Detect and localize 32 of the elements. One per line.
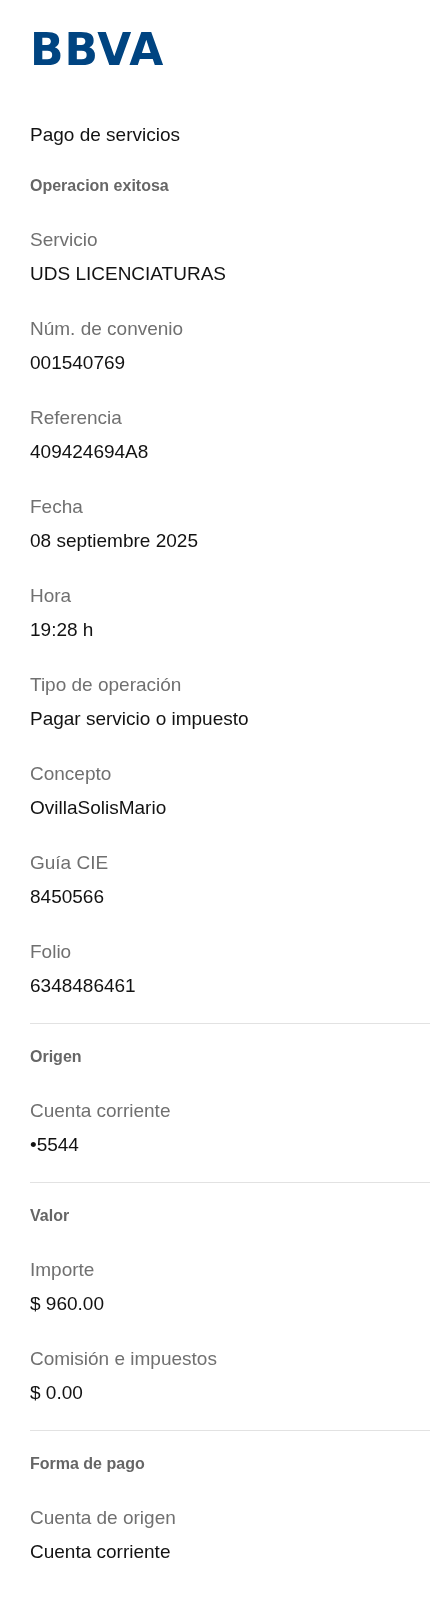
field-value: 19:28 h [30, 618, 95, 642]
bank-logo: BBVA [30, 28, 165, 72]
section-heading: Valor [30, 1206, 71, 1226]
field-label: Folio [30, 940, 73, 964]
field-value: 8450566 [30, 885, 105, 909]
field-label: Tipo de operación [30, 673, 183, 697]
field-label: Concepto [30, 762, 113, 786]
section-heading: Forma de pago [30, 1454, 146, 1474]
field-label: Núm. de convenio [30, 317, 185, 341]
field-value: $ 0.00 [30, 1381, 84, 1405]
field-label: Cuenta de origen [30, 1506, 177, 1530]
field-value: 08 septiembre 2025 [30, 529, 199, 553]
field-label: Comisión e impuestos [30, 1347, 218, 1371]
field-value: 6348486461 [30, 974, 137, 998]
page-title: Pago de servicios [30, 123, 181, 147]
field-value: 001540769 [30, 351, 127, 375]
field-label: Servicio [30, 228, 99, 252]
field-value: $ 960.00 [30, 1292, 105, 1316]
field-label: Guía CIE [30, 851, 110, 875]
field-value: •5544 [30, 1133, 80, 1157]
field-value: 409424694A8 [30, 440, 150, 464]
field-label: Hora [30, 584, 73, 608]
field-value: Cuenta corriente [30, 1540, 172, 1564]
field-value: Pagar servicio o impuesto [30, 707, 250, 731]
field-label: Fecha [30, 495, 84, 519]
field-label: Cuenta corriente [30, 1099, 172, 1123]
field-value: UDS LICENCIATURAS [30, 262, 227, 286]
section-heading: Origen [30, 1047, 83, 1067]
field-value: OvillaSolisMario [30, 796, 168, 820]
field-label: Importe [30, 1258, 96, 1282]
field-label: Referencia [30, 406, 123, 430]
section-heading: Operacion exitosa [30, 176, 170, 196]
